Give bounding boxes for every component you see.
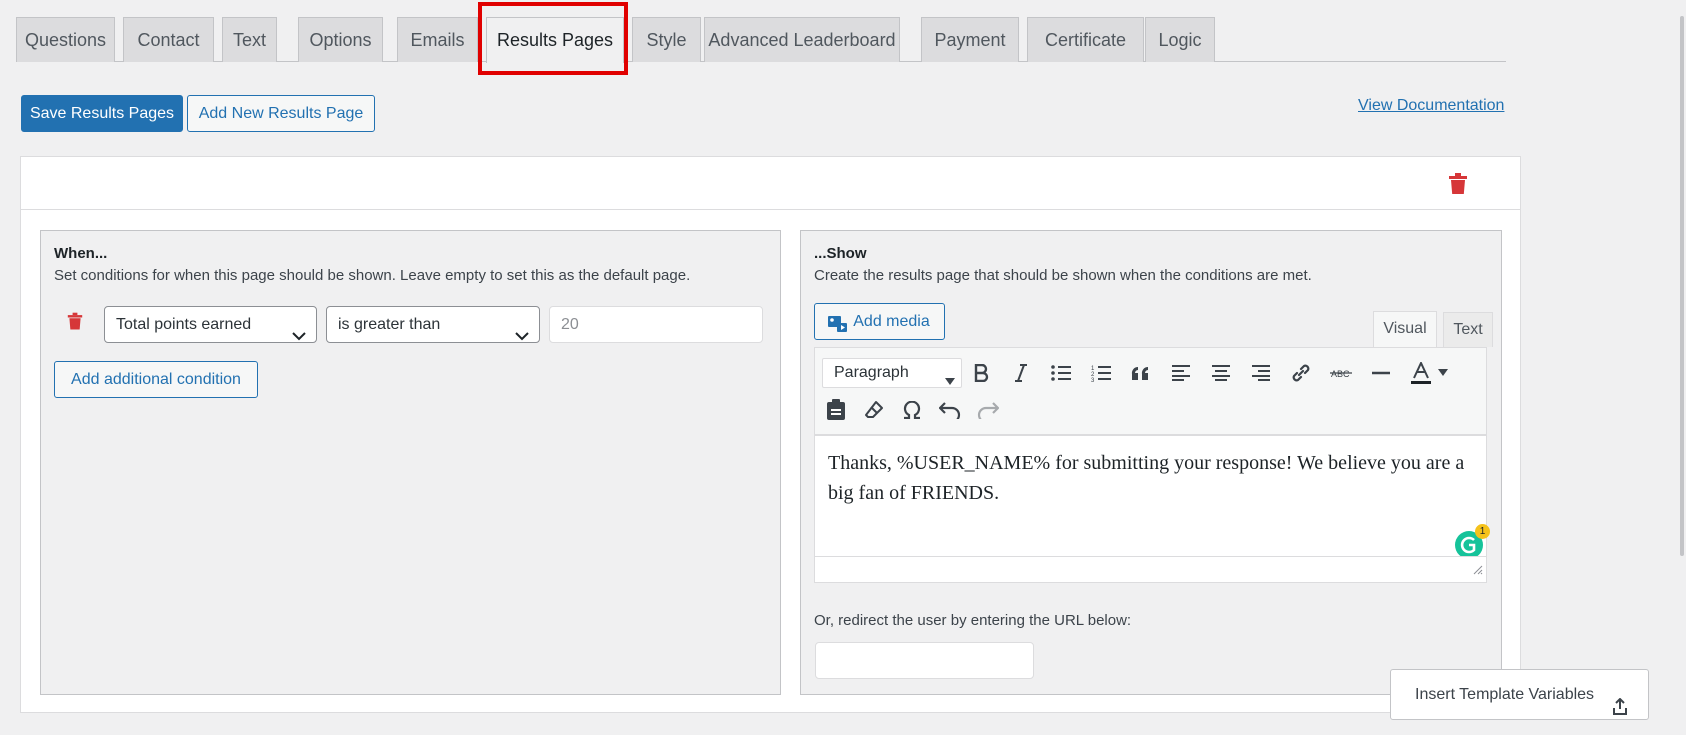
insert-template-variables-label: Insert Template Variables: [1415, 686, 1595, 703]
tab-emails[interactable]: Emails: [397, 17, 478, 62]
caret-down-icon: [945, 368, 955, 396]
editor-toolbar: Paragraph 123 ABC: [814, 347, 1487, 435]
show-title: ...Show: [814, 245, 867, 262]
insert-template-variables-button[interactable]: Insert Template Variables: [1390, 669, 1649, 720]
upload-icon: [1613, 686, 1627, 735]
numbered-list-icon[interactable]: 123: [1087, 359, 1115, 387]
blockquote-icon[interactable]: [1127, 359, 1155, 387]
editor-status-bar: [815, 556, 1486, 582]
condition-operator-value: is greater than: [338, 316, 441, 333]
highlight-box: [478, 2, 628, 75]
add-media-label: Add media: [853, 313, 930, 330]
format-select[interactable]: Paragraph: [822, 358, 962, 388]
special-character-icon[interactable]: [898, 396, 926, 424]
editor-tab-visual[interactable]: Visual: [1373, 311, 1437, 347]
add-new-results-page-button[interactable]: Add New Results Page: [187, 95, 375, 132]
resize-handle-icon[interactable]: [1471, 562, 1483, 579]
clear-formatting-icon[interactable]: [860, 396, 888, 424]
page-scrollbar[interactable]: [1680, 16, 1684, 556]
chevron-down-icon: [515, 319, 529, 354]
show-description: Create the results page that should be s…: [814, 267, 1312, 284]
grammarly-badge: 1: [1475, 524, 1490, 539]
align-left-icon[interactable]: [1167, 359, 1195, 387]
tab-style[interactable]: Style: [632, 17, 701, 62]
strikethrough-icon[interactable]: ABC: [1327, 359, 1355, 387]
save-results-pages-button[interactable]: Save Results Pages: [21, 95, 183, 132]
align-center-icon[interactable]: [1207, 359, 1235, 387]
results-page-card: When... Set conditions for when this pag…: [20, 156, 1521, 713]
tab-advanced-leaderboard[interactable]: Advanced Leaderboard: [704, 17, 900, 62]
tab-payment[interactable]: Payment: [921, 17, 1019, 62]
tab-contact[interactable]: Contact: [123, 17, 214, 62]
redo-icon[interactable]: [974, 396, 1002, 424]
media-icon: [827, 313, 849, 348]
horizontal-line-icon[interactable]: [1367, 359, 1395, 387]
when-title: When...: [54, 245, 108, 262]
tab-certificate[interactable]: Certificate: [1027, 17, 1144, 62]
editor-content-area[interactable]: Thanks, %USER_NAME% for submitting your …: [814, 435, 1490, 583]
svg-text:3: 3: [1091, 378, 1095, 382]
add-additional-condition-button[interactable]: Add additional condition: [54, 361, 258, 398]
chevron-down-icon: [292, 319, 306, 354]
condition-field-select[interactable]: Total points earned: [104, 306, 317, 343]
view-documentation-link[interactable]: View Documentation: [1358, 97, 1504, 115]
show-panel: ...Show Create the results page that sho…: [800, 230, 1502, 695]
tab-logic[interactable]: Logic: [1145, 17, 1215, 62]
when-description: Set conditions for when this page should…: [54, 267, 691, 284]
tab-questions[interactable]: Questions: [16, 17, 115, 62]
align-right-icon[interactable]: [1247, 359, 1275, 387]
delete-condition-trash-icon[interactable]: [67, 312, 83, 335]
when-panel: When... Set conditions for when this pag…: [40, 230, 781, 695]
svg-text:ABC: ABC: [1331, 369, 1350, 379]
tab-bar: Questions Contact Text Options Emails Re…: [16, 16, 1506, 63]
link-icon[interactable]: [1287, 359, 1315, 387]
redirect-url-input[interactable]: [815, 642, 1034, 679]
format-select-value: Paragraph: [834, 364, 909, 381]
bold-icon[interactable]: [967, 359, 995, 387]
italic-icon[interactable]: [1007, 359, 1035, 387]
condition-value-input[interactable]: 20: [549, 306, 763, 343]
delete-page-trash-icon[interactable]: [1448, 173, 1468, 199]
editor-tab-text[interactable]: Text: [1443, 312, 1493, 347]
tab-text[interactable]: Text: [222, 17, 277, 62]
bullet-list-icon[interactable]: [1047, 359, 1075, 387]
redirect-label: Or, redirect the user by entering the UR…: [814, 612, 1132, 629]
add-media-button[interactable]: Add media: [814, 303, 945, 340]
text-color-icon[interactable]: [1407, 359, 1435, 387]
undo-icon[interactable]: [936, 396, 964, 424]
condition-operator-select[interactable]: is greater than: [326, 306, 540, 343]
tab-options[interactable]: Options: [298, 17, 383, 62]
editor-text: Thanks, %USER_NAME% for submitting your …: [828, 452, 1465, 504]
text-color-dropdown-icon[interactable]: [1435, 359, 1451, 387]
card-header: [21, 157, 1520, 210]
condition-field-value: Total points earned: [116, 316, 252, 333]
paste-text-icon[interactable]: [822, 396, 850, 424]
